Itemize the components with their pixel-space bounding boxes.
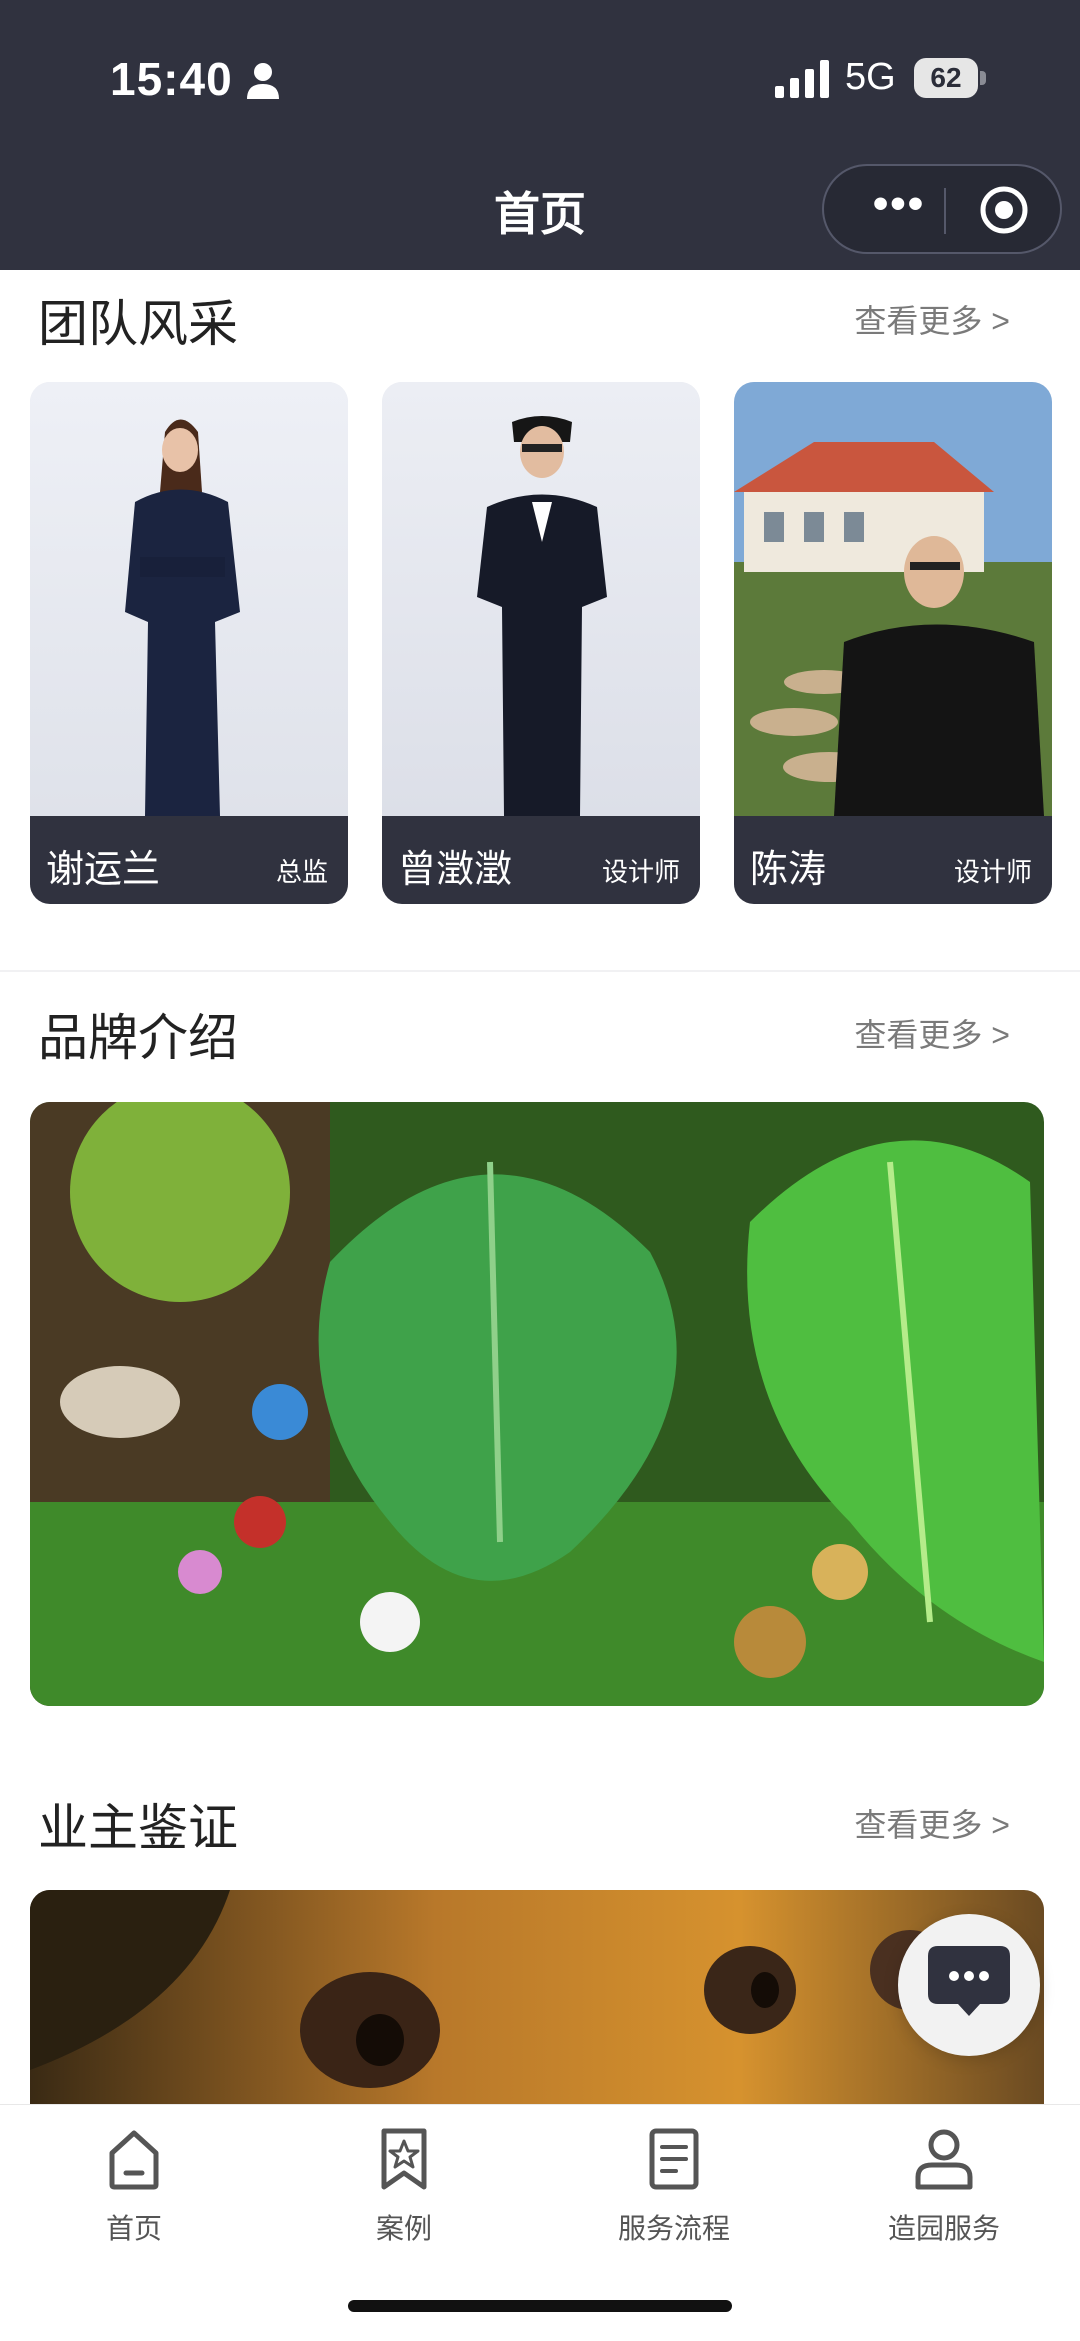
customer-service-button[interactable] — [898, 1914, 1040, 2056]
tab-label: 服务流程 — [617, 2213, 730, 2244]
tab-service-process[interactable]: 服务流程 — [574, 2125, 774, 2265]
bookmark-star-icon — [381, 2128, 427, 2190]
tab-home[interactable]: 首页 — [34, 2125, 234, 2265]
status-time: 15:40 — [110, 53, 233, 105]
home-indicator[interactable] — [348, 2300, 732, 2312]
team-section-title: 团队风采 — [38, 296, 238, 352]
section-divider — [0, 970, 1080, 972]
team-card[interactable]: 曾澂澂 设计师 — [382, 382, 700, 904]
top-bar: 15:40 5G 62 首页 ••• — [0, 0, 1080, 270]
tab-cases[interactable]: 案例 — [304, 2125, 504, 2265]
member-role: 总监 — [275, 857, 328, 887]
brand-section-title: 品牌介绍 — [38, 1010, 238, 1066]
team-card-footer: 曾澂澂 设计师 — [382, 816, 700, 904]
team-card[interactable]: 谢运兰 总监 — [30, 382, 348, 904]
battery-level: 62 — [914, 58, 978, 98]
brand-more-link[interactable]: 查看更多 > — [854, 1010, 1010, 1056]
mini-program-capsule: ••• — [822, 164, 1062, 254]
capsule-divider — [944, 188, 946, 234]
team-member-photo — [30, 382, 348, 816]
brand-banner-image[interactable] — [30, 1102, 1044, 1706]
member-name: 谢运兰 — [46, 849, 161, 891]
person-status-icon — [247, 63, 279, 99]
battery-tip — [980, 71, 986, 85]
tab-label: 案例 — [375, 2213, 432, 2244]
team-more-link[interactable]: 查看更多 > — [854, 296, 1010, 342]
more-menu-button[interactable]: ••• — [854, 166, 944, 252]
member-name: 曾澂澂 — [398, 849, 513, 891]
signal-icon — [775, 60, 829, 98]
user-icon — [915, 2129, 973, 2190]
network-type: 5G — [845, 56, 896, 98]
battery-icon: 62 — [914, 58, 986, 98]
testimonials-more-link[interactable]: 查看更多 > — [854, 1800, 1010, 1846]
tab-label: 首页 — [105, 2213, 162, 2244]
testimonial-banner-image[interactable] — [30, 1890, 1044, 2104]
team-member-photo — [382, 382, 700, 816]
member-role: 设计师 — [953, 857, 1032, 887]
team-member-photo — [734, 382, 1052, 816]
member-name: 陈涛 — [750, 849, 827, 891]
testimonials-section-title: 业主鉴证 — [38, 1800, 238, 1856]
tab-label: 造园服务 — [887, 2213, 1000, 2244]
home-icon — [109, 2130, 159, 2190]
member-role: 设计师 — [601, 857, 680, 887]
close-target-icon[interactable] — [978, 184, 1030, 236]
document-icon — [649, 2128, 699, 2190]
testimonials-section-header: 业主鉴证 查看更多 > — [38, 1788, 1042, 1858]
team-section-header: 团队风采 查看更多 > — [38, 284, 1042, 354]
brand-section-header: 品牌介绍 查看更多 > — [38, 998, 1042, 1068]
team-card-footer: 陈涛 设计师 — [734, 816, 1052, 904]
tab-garden-service[interactable]: 造园服务 — [844, 2125, 1044, 2265]
garden-leaves-image — [30, 1102, 1044, 1706]
stone-wall-image — [30, 1890, 1044, 2104]
chat-bubble-icon — [928, 1946, 1010, 2016]
team-card[interactable]: 陈涛 设计师 — [734, 382, 1052, 904]
team-card-footer: 谢运兰 总监 — [30, 816, 348, 904]
